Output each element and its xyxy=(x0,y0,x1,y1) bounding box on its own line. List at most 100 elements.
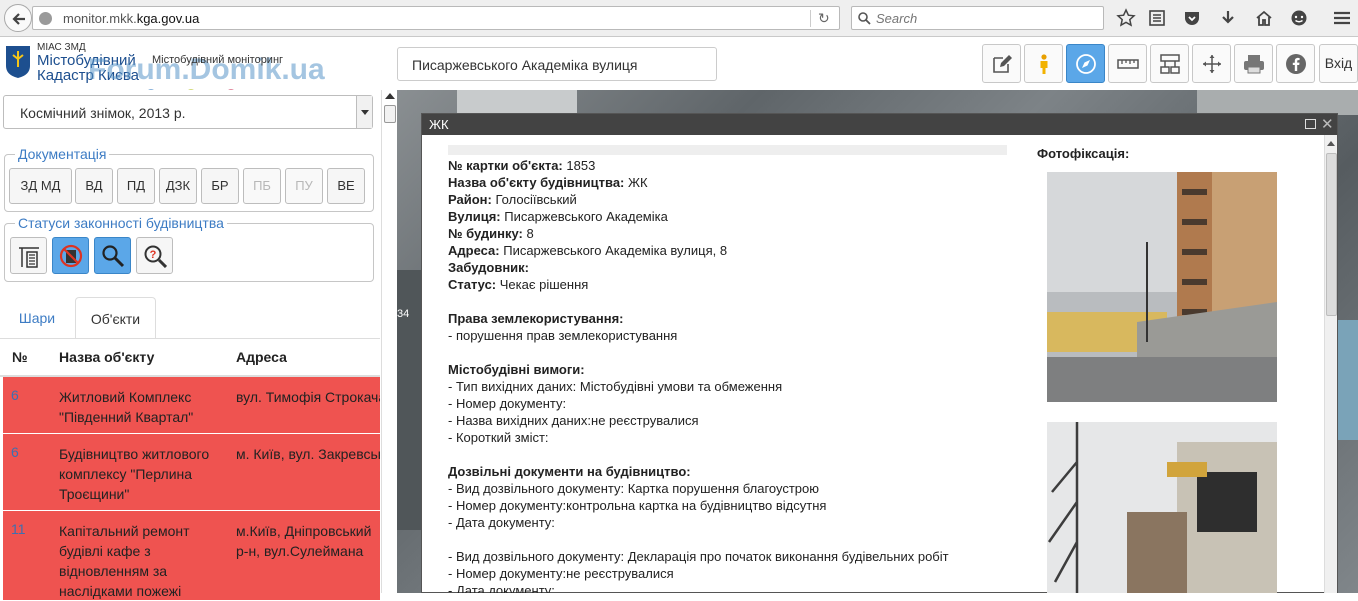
url-domain: kga.gov.ua xyxy=(136,11,200,26)
table-row[interactable]: 6 Житловий Комплекс "Південний Квартал" … xyxy=(3,377,380,434)
popup-title-bar[interactable]: ЖК ✕ xyxy=(422,114,1337,135)
photo-section-title: Фотофіксація: xyxy=(1037,146,1130,161)
hamburger-menu-icon[interactable] xyxy=(1332,8,1352,28)
site-photo-1[interactable] xyxy=(1047,172,1277,402)
address-search-input[interactable] xyxy=(410,56,710,74)
compass-icon xyxy=(1076,54,1096,74)
scroll-thumb[interactable] xyxy=(384,105,396,123)
detail-value: - Вид дозвільного документу: Картка пору… xyxy=(448,481,820,496)
row-name: Будівництво житлового комплексу "Перлина… xyxy=(59,446,210,502)
row-number[interactable]: 6 xyxy=(11,444,19,460)
url-bar[interactable]: monitor.mkk.kga.gov.ua ↻ xyxy=(32,6,840,30)
map-edge-label: 34 xyxy=(397,308,410,320)
object-info-popup: ЖК ✕ № картки об'єкта: 1853 Назва об'єкт… xyxy=(421,113,1338,593)
chevron-down-icon[interactable] xyxy=(356,96,372,128)
doc-button-pb: ПБ xyxy=(243,168,281,204)
table-row[interactable]: 11 Капітальний ремонт будівлі кафе з від… xyxy=(3,511,380,601)
browser-search-input[interactable] xyxy=(874,9,1094,27)
detail-value: - порушення прав землекористування xyxy=(448,328,678,343)
map-building xyxy=(457,90,577,115)
doc-button-zd-md[interactable]: ЗД МД xyxy=(9,168,72,204)
close-icon[interactable]: ✕ xyxy=(1321,115,1334,133)
detail-value: Голосіївський xyxy=(495,192,577,207)
maximize-icon[interactable] xyxy=(1305,119,1316,129)
detail-value: - Номер документу: xyxy=(448,396,567,411)
download-icon[interactable] xyxy=(1218,8,1238,28)
doc-button-pd[interactable]: ПД xyxy=(117,168,155,204)
popup-scrollbar[interactable] xyxy=(1324,135,1337,593)
column-header-name[interactable]: Назва об'єкту xyxy=(59,349,154,365)
scroll-up-arrow-icon[interactable] xyxy=(1327,141,1335,146)
site-photo-2[interactable] xyxy=(1047,422,1277,593)
browser-search-box[interactable] xyxy=(851,6,1104,30)
detail-line: Статус: Чекає рішення xyxy=(448,276,1048,293)
detail-line xyxy=(448,293,1048,310)
detail-line: Права землекористування: xyxy=(448,310,1048,327)
map-area xyxy=(1337,320,1358,440)
row-name: Житловий Комплекс "Південний Квартал" xyxy=(59,389,194,425)
detail-line: - Вид дозвільного документу: Картка пору… xyxy=(448,480,1048,497)
detail-label: Забудовник: xyxy=(448,260,530,275)
move-button[interactable] xyxy=(1192,44,1231,83)
doc-button-dzk[interactable]: ДЗК xyxy=(159,168,197,204)
detail-line: Адреса: Писаржевського Академіка вулиця,… xyxy=(448,242,1048,259)
detail-value: 8 xyxy=(526,226,534,241)
detail-label: № будинку: xyxy=(448,226,523,241)
detail-line: - порушення прав землекористування xyxy=(448,327,1048,344)
site-photo-1-image xyxy=(1047,172,1277,402)
sidebar: Космічний знімок, 2013 р. Документація З… xyxy=(0,90,397,601)
documentation-legend: Документація xyxy=(15,146,110,162)
status-inspection-button[interactable] xyxy=(94,237,131,274)
detail-label: Дозвільні документи на будівництво: xyxy=(448,464,691,479)
detail-line: Дозвільні документи на будівництво: xyxy=(448,463,1048,480)
base-layer-select[interactable]: Космічний знімок, 2013 р. xyxy=(3,95,373,129)
doc-button-vd[interactable]: ВД xyxy=(75,168,113,204)
print-button[interactable] xyxy=(1234,44,1273,83)
detail-label: Статус: xyxy=(448,277,497,292)
site-photo-2-image xyxy=(1047,422,1277,593)
globe-icon xyxy=(39,12,52,25)
pocket-icon[interactable] xyxy=(1182,8,1202,28)
scroll-thumb[interactable] xyxy=(1326,153,1337,316)
row-number[interactable]: 11 xyxy=(11,521,26,537)
layers-config-button[interactable] xyxy=(1150,44,1189,83)
column-header-number[interactable]: № xyxy=(12,349,28,365)
status-prohibited-button[interactable] xyxy=(52,237,89,274)
detail-line: Вулиця: Писаржевського Академіка xyxy=(448,208,1048,225)
detail-value: - Тип вихідних даних: Містобудівні умови… xyxy=(448,379,783,394)
tab-objects[interactable]: Об'єкти xyxy=(75,297,156,339)
login-button[interactable]: Вхід xyxy=(1319,44,1358,83)
bookmark-star-icon[interactable] xyxy=(1116,8,1136,28)
sidebar-scrollbar[interactable] xyxy=(381,90,397,593)
table-row[interactable]: 6 Будівництво житлового комплексу "Перли… xyxy=(3,434,380,511)
detail-label: Назва об'єкту будівництва: xyxy=(448,175,625,190)
detail-value: - Вид дозвільного документу: Декларація … xyxy=(448,549,949,564)
scroll-up-arrow-icon[interactable] xyxy=(385,93,395,99)
doc-button-br[interactable]: БР xyxy=(201,168,239,204)
home-icon[interactable] xyxy=(1254,8,1274,28)
app-header: МІАС ЗМД Містобудівний Кадастр Києва For… xyxy=(0,37,1358,99)
compass-button[interactable] xyxy=(1066,44,1105,83)
detail-line: - Дата документу: xyxy=(448,582,1048,593)
tab-layers[interactable]: Шари xyxy=(4,297,70,339)
row-number[interactable]: 6 xyxy=(11,387,19,403)
doc-button-ve[interactable]: ВЕ xyxy=(327,168,365,204)
back-button[interactable] xyxy=(4,4,32,32)
detail-line: - Номер документу: xyxy=(448,395,1048,412)
kyiv-emblem-icon xyxy=(6,46,30,78)
chat-icon[interactable] xyxy=(1289,8,1309,28)
detail-line: - Номер документу:контрольна картка на б… xyxy=(448,497,1048,514)
building-crane-icon xyxy=(19,247,39,268)
detail-line: - Вид дозвільного документу: Декларація … xyxy=(448,548,1048,565)
reading-list-icon[interactable] xyxy=(1147,8,1167,28)
detail-line: - Короткий зміст: xyxy=(448,429,1048,446)
ruler-button[interactable] xyxy=(1108,44,1147,83)
status-building-button[interactable] xyxy=(10,237,47,274)
column-header-address[interactable]: Адреса xyxy=(236,349,287,365)
address-search-box[interactable] xyxy=(397,47,717,81)
facebook-button[interactable] xyxy=(1276,44,1315,83)
edit-button[interactable] xyxy=(982,44,1021,83)
status-unknown-button[interactable]: ? xyxy=(136,237,173,274)
street-view-button[interactable] xyxy=(1024,44,1063,83)
reload-icon[interactable]: ↻ xyxy=(818,10,830,27)
